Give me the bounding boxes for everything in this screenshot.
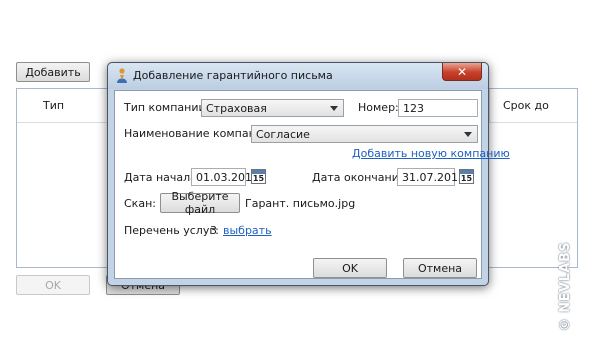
services-label: Перечень услуг:	[124, 224, 219, 237]
dialog-title: Добавление гарантийного письма	[133, 69, 333, 82]
company-name-select[interactable]: Согласие	[251, 125, 478, 143]
add-button[interactable]: Добавить	[16, 62, 90, 82]
number-label: Номер:	[358, 101, 399, 114]
watermark: © NEVLABS	[556, 236, 576, 336]
add-guarantee-letter-dialog: Добавление гарантийного письма ✕ Тип ком…	[107, 62, 510, 286]
column-header-type[interactable]: Тип	[43, 99, 64, 112]
chevron-down-icon	[330, 106, 338, 111]
app-icon	[117, 68, 127, 83]
calendar-day: 15	[252, 174, 265, 183]
watermark-text: © NEVLABS	[558, 241, 574, 331]
company-type-select[interactable]: Страховая	[201, 99, 344, 117]
calendar-icon[interactable]: 15	[459, 169, 474, 184]
scan-label: Скан:	[124, 197, 156, 210]
end-date-input[interactable]: 31.07.2015	[397, 168, 465, 186]
ok-button[interactable]: OK	[313, 258, 387, 278]
end-date-label: Дата окончания:	[312, 171, 410, 184]
bg-ok-button: OK	[16, 275, 90, 295]
column-separator	[489, 89, 490, 123]
chevron-down-icon	[464, 132, 472, 137]
services-count: 3	[210, 224, 217, 237]
choose-file-button[interactable]: Выберите файл	[160, 190, 240, 216]
dialog-content: Тип компании: Страховая Номер: 123 Наиме…	[114, 90, 510, 279]
start-date-input[interactable]: 01.03.2015	[191, 168, 259, 186]
start-date-label: Дата начала:	[124, 171, 201, 184]
column-header-due-date[interactable]: Срок до	[503, 99, 549, 112]
file-name: Гарант. письмо.jpg	[245, 197, 356, 210]
add-company-link[interactable]: Добавить новую компанию	[352, 147, 510, 160]
dialog-titlebar[interactable]: Добавление гарантийного письма ✕	[108, 63, 488, 89]
calendar-day: 15	[460, 174, 473, 183]
close-button[interactable]: ✕	[442, 63, 482, 81]
company-type-label: Тип компании:	[124, 101, 210, 114]
select-services-link[interactable]: выбрать	[223, 224, 272, 237]
number-input[interactable]: 123	[398, 99, 478, 117]
company-type-value: Страховая	[206, 102, 267, 115]
cancel-button[interactable]: Отмена	[403, 258, 477, 278]
company-name-value: Согласие	[256, 128, 310, 141]
close-icon: ✕	[456, 64, 468, 79]
calendar-icon[interactable]: 15	[251, 169, 266, 184]
